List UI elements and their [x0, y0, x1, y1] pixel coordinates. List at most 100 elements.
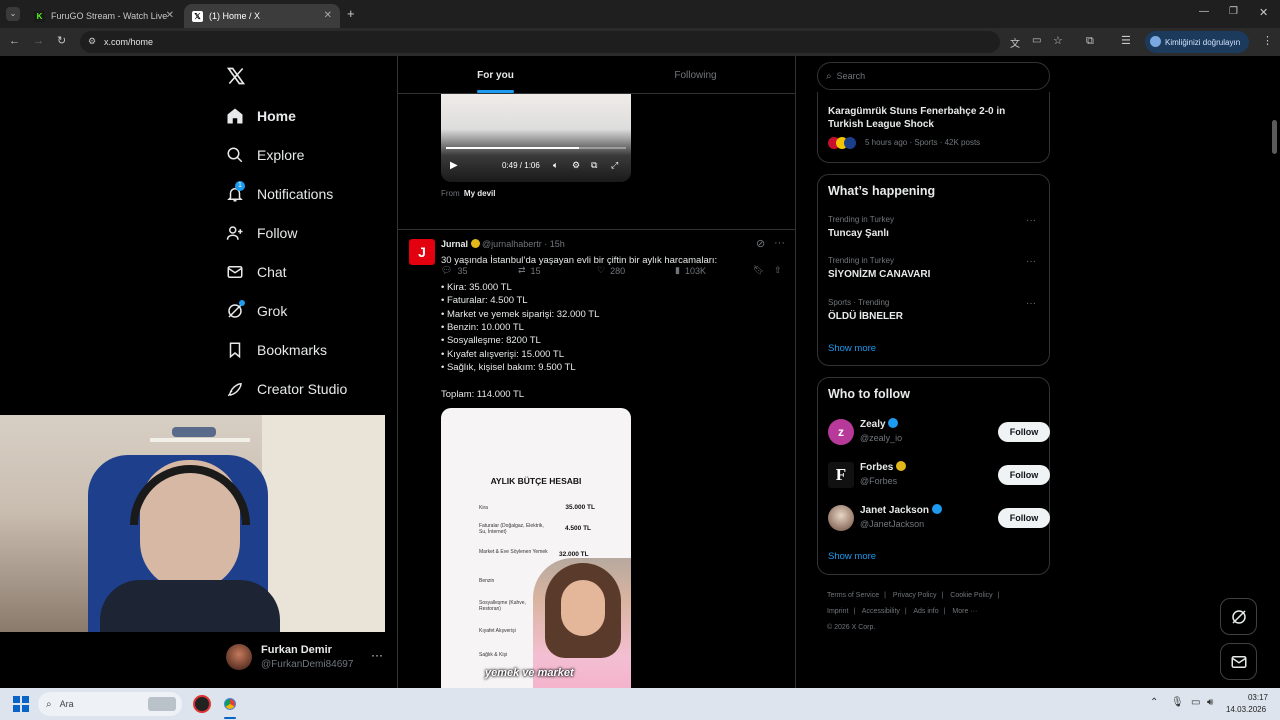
restore-icon[interactable]: ❐	[1229, 6, 1238, 17]
suggestion-name-row: Zealy	[860, 418, 899, 430]
post-spacer	[441, 267, 781, 280]
trending-news-card[interactable]: Karagümrük Stuns Fenerbahçe 2-0 in Turki…	[817, 92, 1050, 163]
play-icon[interactable]: ▶	[450, 160, 458, 171]
cast-icon[interactable]: ▭	[1032, 35, 1041, 46]
verify-identity-button[interactable]: Kimliğinizi doğrulayın	[1145, 31, 1249, 53]
window-close-icon[interactable]: ✕	[1259, 6, 1268, 19]
volume-icon[interactable]: 🔈︎	[553, 160, 558, 171]
microphone-icon[interactable]: 🎙︎	[1171, 697, 1184, 708]
follow-suggestion[interactable]: Janet Jackson @JanetJackson Follow	[828, 504, 1050, 534]
post-spacer	[441, 375, 781, 388]
footer-link[interactable]: Ads info	[913, 608, 938, 615]
back-icon[interactable]: ←	[9, 34, 20, 48]
nav-item-chat[interactable]: Chat	[226, 260, 287, 284]
menu-kebab-icon[interactable]: ⋮	[1262, 34, 1273, 48]
windows-start-icon[interactable]	[13, 696, 29, 712]
nav-label: Grok	[257, 303, 288, 319]
nav-item-creator-studio[interactable]: Creator Studio	[226, 377, 347, 401]
reading-list-icon[interactable]: ☰	[1121, 34, 1131, 48]
tab-for-you[interactable]: For you	[398, 56, 593, 94]
close-tab-icon[interactable]: ✕	[166, 10, 174, 21]
budget-row-label: Faturalar (Doğalgaz, Elektrik, Su, İnter…	[479, 523, 544, 535]
home-icon	[226, 107, 244, 125]
post-line: Toplam: 114.000 TL	[441, 389, 525, 401]
tab-x-home[interactable]: 𝕏 (1) Home / X ✕	[184, 4, 340, 28]
tab-list-dropdown[interactable]: ⌄	[6, 7, 20, 21]
nav-item-notifications[interactable]: 1 Notifications	[226, 181, 333, 206]
post-image[interactable]: AYLIK BÜTÇE HESABI Kira 35.000 TL Fatural…	[441, 408, 631, 688]
messages-float-button[interactable]	[1220, 643, 1257, 680]
nav-item-follow[interactable]: Follow	[226, 221, 297, 245]
footer-line: Terms of Service | Privacy Policy | Cookie…	[827, 592, 1000, 599]
minimize-icon[interactable]: —	[1199, 6, 1209, 17]
follow-suggestion[interactable]: z Zealy @zealy_io Follow	[828, 418, 1050, 448]
forward-icon[interactable]: →	[33, 34, 44, 48]
follow-button[interactable]: Follow	[998, 508, 1050, 528]
post-line: • Kıyafet alışverişi: 15.000 TL	[441, 348, 565, 360]
translate-icon[interactable]: 文	[1010, 35, 1020, 50]
avatar	[226, 644, 252, 670]
author-name[interactable]: Jurnal	[441, 239, 468, 249]
nav-item-bookmarks[interactable]: Bookmarks	[226, 338, 327, 362]
taskbar-app-icon[interactable]	[193, 695, 211, 713]
nav-item-home[interactable]: Home	[226, 104, 296, 128]
toy-car	[172, 427, 216, 437]
video-player[interactable]: ▶ 0:49 / 1:06 🔈︎ ⚙ ⧉ ⤢	[441, 94, 631, 182]
account-switcher[interactable]: Furkan Demir @FurkanDemi84697 ···	[226, 642, 386, 674]
fullscreen-icon[interactable]: ⤢	[611, 160, 618, 171]
tray-chevron-icon[interactable]: ⌃	[1150, 697, 1158, 708]
volume-icon[interactable]: 🔊︎	[1207, 697, 1213, 708]
trend-item[interactable]: Trending in Turkey SİYONİZM CANAVARI ···	[828, 256, 1043, 280]
trend-item[interactable]: Trending in Turkey Tuncay Şanlı ···	[828, 215, 1043, 239]
reload-icon[interactable]: ↻	[57, 34, 66, 48]
tab-following[interactable]: Following	[598, 56, 793, 94]
address-bar[interactable]: ⚙ x.com/home 文 ▭ ☆	[80, 31, 1063, 53]
jurnal-avatar[interactable]: J	[409, 239, 435, 265]
new-tab-icon[interactable]: +	[347, 6, 355, 21]
post-line: • Benzin: 10.000 TL	[441, 322, 524, 334]
from-source-name[interactable]: My devil	[464, 189, 496, 198]
footer-link[interactable]: Privacy Policy	[893, 592, 937, 599]
extensions-icon[interactable]: ⧉	[1086, 34, 1094, 48]
trend-more-icon[interactable]: ···	[1026, 215, 1036, 226]
nav-label: Creator Studio	[257, 381, 348, 397]
bookmark-star-icon[interactable]: ☆	[1053, 34, 1063, 47]
nav-item-grok[interactable]: Grok	[226, 299, 287, 323]
nav-label: Bookmarks	[257, 342, 328, 358]
trend-item[interactable]: Sports · Trending ÖLDÜ İBNELER ···	[828, 298, 1043, 322]
budget-row: Sağlık & Kişi	[479, 652, 507, 658]
page-scrollbar[interactable]	[1272, 120, 1277, 154]
pip-icon[interactable]: ⧉	[591, 160, 597, 171]
tab-furugo[interactable]: K FuruGO Stream - Watch Live on ✕	[26, 4, 182, 28]
taskbar-search[interactable]: ⌕ Ara	[38, 692, 182, 716]
clock-date[interactable]: 14.03.2026	[1226, 705, 1266, 714]
grok-explain-icon[interactable]: ⊘	[756, 237, 765, 250]
settings-icon[interactable]: ⚙	[572, 160, 580, 171]
x-logo-icon[interactable]	[226, 66, 246, 86]
follow-suggestion[interactable]: F Forbes @Forbes Follow	[828, 461, 1050, 491]
post-more-icon[interactable]: ···	[774, 237, 785, 249]
network-icon[interactable]: ▭	[1191, 697, 1200, 708]
show-more-link[interactable]: Show more	[828, 551, 876, 562]
follow-button[interactable]: Follow	[998, 422, 1050, 442]
trend-more-icon[interactable]: ···	[1026, 298, 1036, 309]
footer-link[interactable]: More ···	[952, 608, 977, 615]
grok-float-button[interactable]	[1220, 598, 1257, 635]
footer-link[interactable]: Imprint	[827, 608, 848, 615]
clock-time[interactable]: 03:17	[1242, 693, 1268, 702]
footer-link[interactable]: Terms of Service	[827, 592, 879, 599]
more-icon[interactable]: ···	[371, 648, 383, 662]
nav-item-explore[interactable]: Explore	[226, 143, 304, 167]
trend-more-icon[interactable]: ···	[1026, 256, 1036, 267]
search-icon: ⌕	[46, 698, 52, 710]
video-progress-track[interactable]	[446, 147, 626, 149]
site-info-icon[interactable]: ⚙	[88, 36, 96, 47]
chrome-taskbar-icon[interactable]	[221, 695, 239, 713]
follow-button[interactable]: Follow	[998, 465, 1050, 485]
footer-link[interactable]: Accessibility	[862, 608, 900, 615]
close-tab-icon[interactable]: ✕	[324, 10, 332, 21]
footer-link[interactable]: Cookie Policy	[950, 592, 992, 599]
search-box[interactable]: ⌕ Search	[817, 62, 1050, 90]
author-handle[interactable]: @jurnalhabertr	[482, 239, 542, 249]
show-more-link[interactable]: Show more	[828, 343, 876, 354]
